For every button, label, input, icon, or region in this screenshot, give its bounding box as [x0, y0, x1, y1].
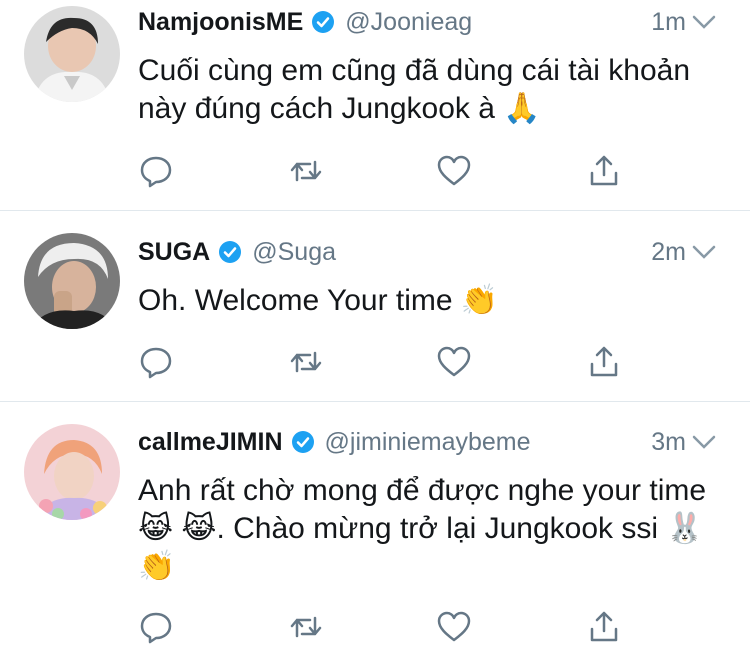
retweet-icon[interactable]: [288, 609, 324, 645]
verified-badge-icon: [311, 10, 335, 34]
chevron-down-icon[interactable]: [692, 234, 716, 270]
avatar[interactable]: [24, 6, 120, 102]
verified-badge-icon: [218, 240, 242, 264]
chevron-down-icon[interactable]: [692, 424, 716, 460]
tweet-text: Oh. Welcome Your time 👏: [138, 284, 499, 317]
handle[interactable]: @Joonieag: [345, 8, 472, 37]
timestamp[interactable]: 3m: [651, 424, 686, 460]
handle[interactable]: @Suga: [252, 238, 336, 267]
verified-badge-icon: [291, 430, 315, 454]
retweet-icon[interactable]: [288, 153, 324, 189]
share-icon[interactable]: [586, 344, 622, 380]
display-name[interactable]: NamjoonisME: [138, 8, 303, 37]
display-name[interactable]: SUGA: [138, 238, 210, 267]
display-name[interactable]: callmeJIMIN: [138, 428, 283, 457]
reply-icon[interactable]: [138, 344, 174, 380]
share-icon[interactable]: [586, 153, 622, 189]
tweet-2[interactable]: SUGA @Suga 2m Oh. Welcome Your time 👏: [0, 211, 750, 401]
timestamp[interactable]: 1m: [651, 4, 686, 40]
avatar[interactable]: [24, 424, 120, 520]
chevron-down-icon[interactable]: [692, 4, 716, 40]
reply-icon[interactable]: [138, 609, 174, 645]
timestamp[interactable]: 2m: [651, 234, 686, 270]
reply-icon[interactable]: [138, 153, 174, 189]
retweet-icon[interactable]: [288, 344, 324, 380]
heart-icon[interactable]: [436, 609, 472, 645]
share-icon[interactable]: [586, 609, 622, 645]
heart-icon[interactable]: [436, 153, 472, 189]
avatar[interactable]: [24, 233, 120, 329]
tweet-3[interactable]: callmeJIMIN @jiminiemaybeme 3m Anh rất c…: [0, 402, 750, 650]
tweet-1[interactable]: NamjoonisME @Joonieag 1m Cuối cùng em cũ…: [0, 0, 750, 210]
tweet-text: Anh rất chờ mong để được nghe your time …: [138, 474, 707, 583]
heart-icon[interactable]: [436, 344, 472, 380]
tweet-text: Cuối cùng em cũng đã dùng cái tài khoản …: [138, 54, 691, 125]
handle[interactable]: @jiminiemaybeme: [325, 428, 531, 457]
